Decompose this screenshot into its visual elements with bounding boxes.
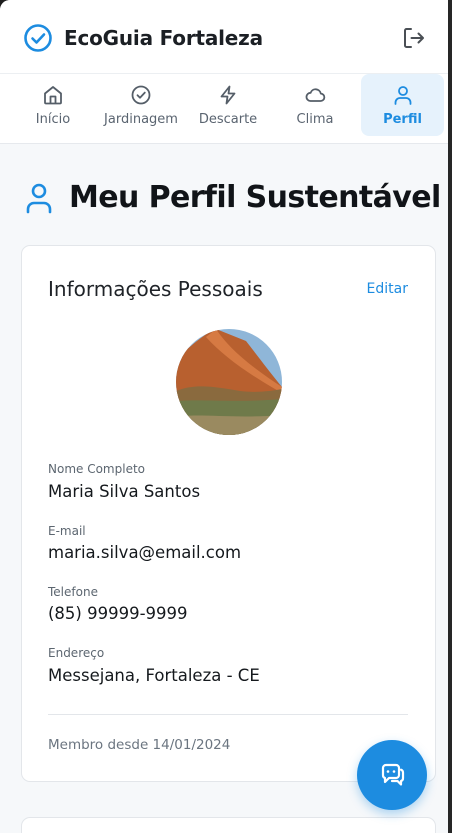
next-card <box>21 817 436 833</box>
tab-bar: Início Jardinagem Descarte Clima Perfil <box>0 74 448 144</box>
lightning-icon <box>220 85 236 105</box>
tab-label: Início <box>35 112 71 127</box>
email-value: maria.silva@email.com <box>48 543 242 562</box>
member-since: Membro desde 14/01/2024 <box>48 737 231 753</box>
tab-label: Perfil <box>383 112 422 127</box>
user-icon <box>26 183 52 214</box>
tab-descarte[interactable]: Descarte <box>186 74 270 136</box>
divider <box>48 714 408 715</box>
tab-label: Clima <box>296 112 334 127</box>
email-label: E-mail <box>48 524 86 538</box>
check-circle-icon <box>131 85 151 105</box>
tab-clima[interactable]: Clima <box>272 74 358 136</box>
check-circle-logo-icon <box>24 24 52 52</box>
avatar-photo <box>176 329 282 435</box>
home-icon <box>44 86 62 105</box>
edit-button[interactable]: Editar <box>367 281 408 297</box>
tab-jardinagem[interactable]: Jardinagem <box>98 74 184 136</box>
chat-icon <box>381 763 405 786</box>
user-icon <box>394 86 411 105</box>
tab-label: Jardinagem <box>104 112 178 127</box>
cloud-icon <box>305 88 326 102</box>
page-title: Meu Perfil Sustentável <box>69 180 441 215</box>
name-value: Maria Silva Santos <box>48 482 201 501</box>
tab-label: Descarte <box>198 112 258 127</box>
name-label: Nome Completo <box>48 462 145 476</box>
personal-info-card: Informações Pessoais Editar Nome Complet… <box>21 245 436 782</box>
phone-label: Telefone <box>48 585 98 599</box>
card-title: Informações Pessoais <box>48 277 263 301</box>
avatar[interactable] <box>176 329 282 435</box>
tab-perfil[interactable]: Perfil <box>361 74 444 136</box>
app-header: EcoGuia Fortaleza <box>0 0 448 74</box>
logout-icon[interactable] <box>401 25 427 51</box>
tab-inicio[interactable]: Início <box>8 74 98 136</box>
app-title: EcoGuia Fortaleza <box>64 26 263 50</box>
assistant-fab-button[interactable] <box>357 740 427 810</box>
window-edge <box>448 0 452 833</box>
app-screen: EcoGuia Fortaleza Início Jardinagem Desc… <box>0 0 448 833</box>
address-value: Messejana, Fortaleza - CE <box>48 666 260 685</box>
address-label: Endereço <box>48 646 105 660</box>
phone-value: (85) 99999-9999 <box>48 604 188 623</box>
